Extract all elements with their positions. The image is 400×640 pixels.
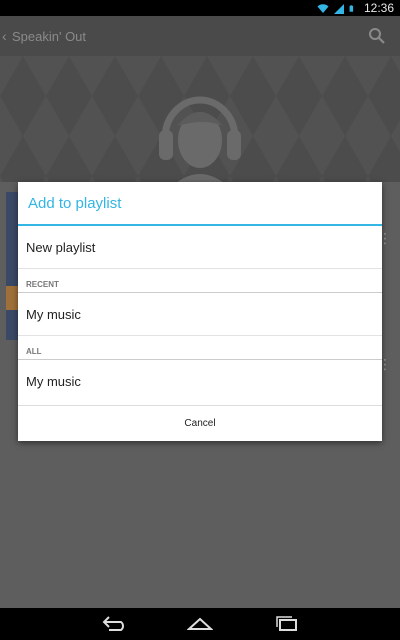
battery-icon — [349, 4, 354, 12]
add-to-playlist-dialog: Add to playlist New playlist RECENT My m… — [18, 182, 382, 441]
wifi-icon — [317, 3, 329, 13]
signal-icon — [333, 3, 344, 14]
section-label-all: ALL — [18, 336, 382, 360]
page-title[interactable]: Speakin' Out — [12, 29, 86, 44]
back-nav-icon[interactable] — [101, 616, 127, 632]
headphones-avatar-icon — [159, 96, 241, 188]
action-bar: ‹ Speakin' Out — [0, 16, 400, 56]
new-playlist-item[interactable]: New playlist — [18, 226, 382, 269]
playlist-item-all-my-music[interactable]: My music — [18, 360, 382, 403]
navigation-bar — [0, 608, 400, 640]
section-label-recent: RECENT — [18, 269, 382, 293]
chevron-left-icon[interactable]: ‹ — [2, 28, 10, 44]
status-bar: 12:36 — [0, 0, 400, 16]
playlist-item-recent-my-music[interactable]: My music — [18, 293, 382, 336]
cancel-button[interactable]: Cancel — [18, 405, 382, 441]
home-nav-icon[interactable] — [187, 616, 213, 632]
search-icon[interactable] — [368, 27, 386, 45]
dialog-title: Add to playlist — [28, 194, 122, 212]
dialog-header: Add to playlist — [18, 182, 382, 226]
status-time: 12:36 — [363, 1, 394, 15]
recents-nav-icon[interactable] — [273, 616, 299, 632]
